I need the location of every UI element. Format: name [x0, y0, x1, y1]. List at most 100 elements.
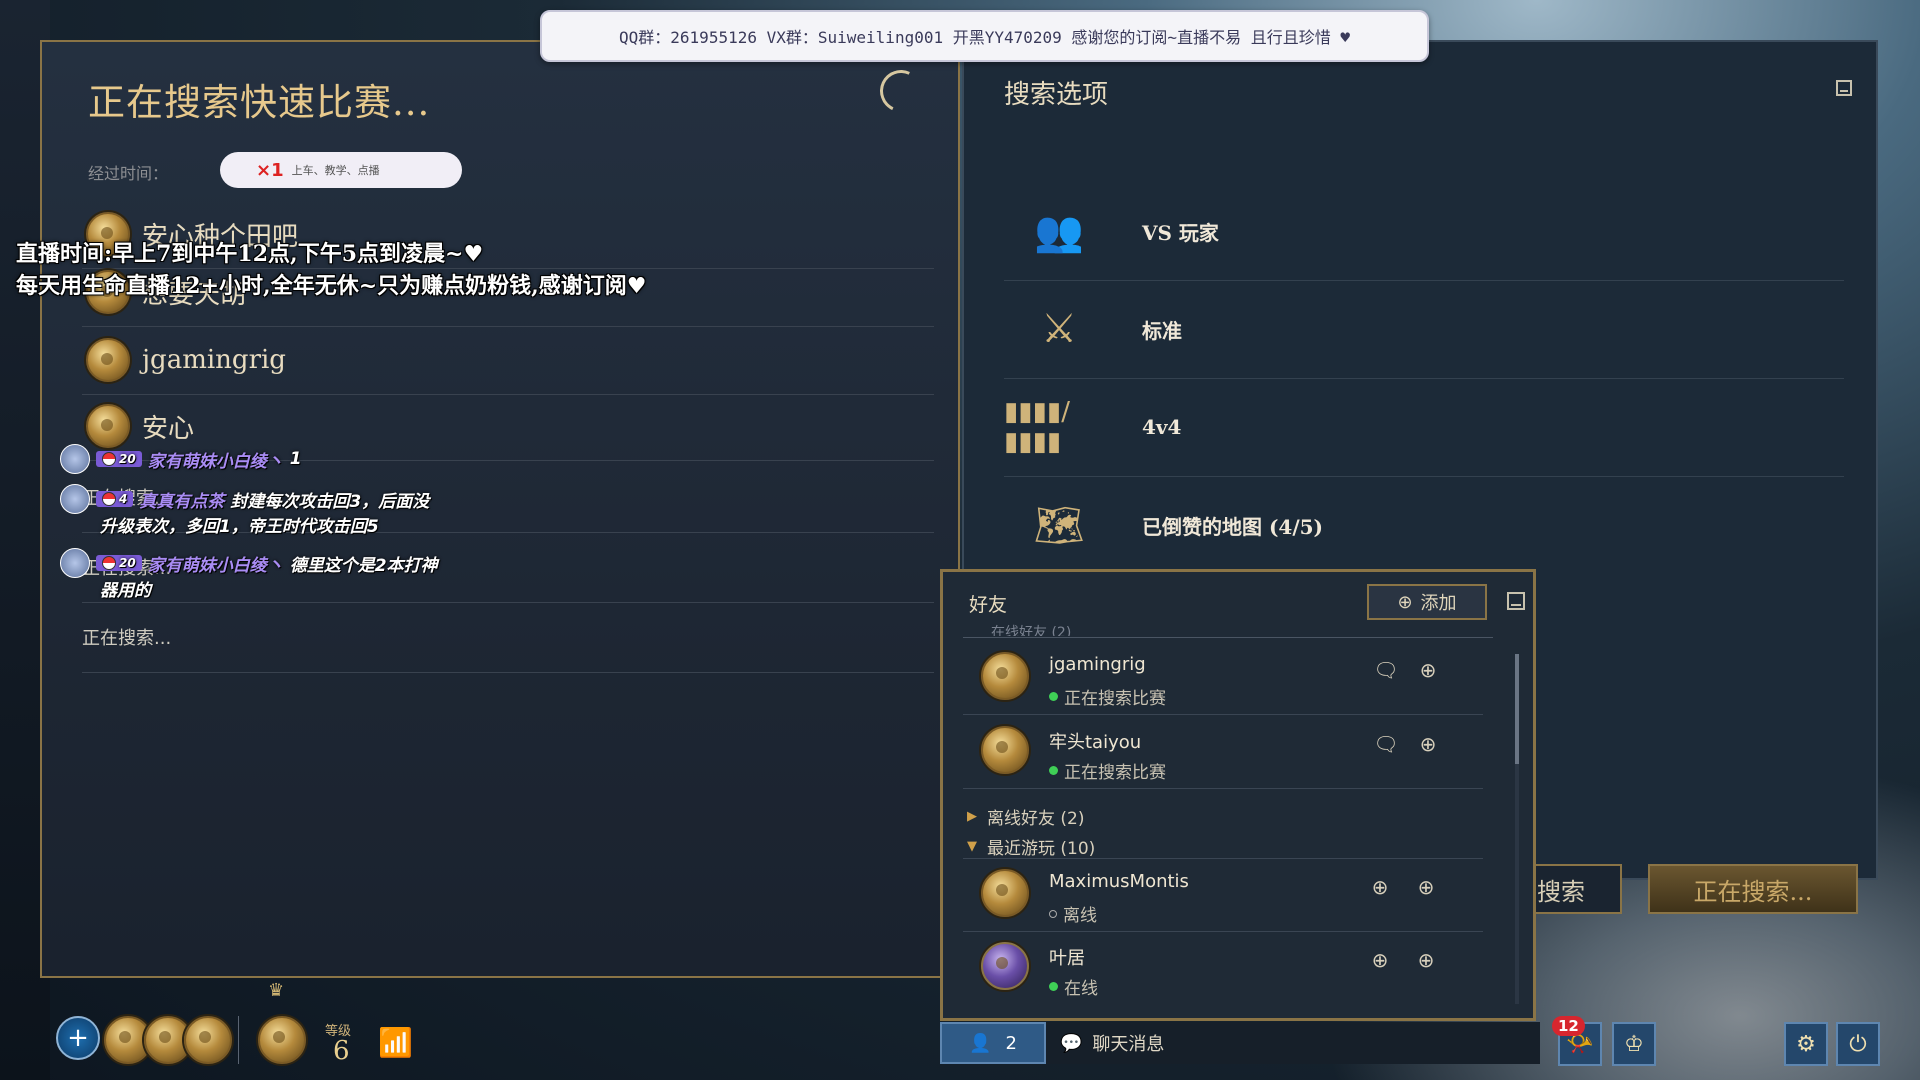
friend-item[interactable]: MaximusMontis 离线 ⊕ ⊕	[963, 858, 1483, 932]
rank-button[interactable]: ♔	[1612, 1022, 1656, 1066]
invite-party-icon[interactable]: ⊕	[1415, 732, 1441, 756]
chat-avatar	[60, 444, 90, 474]
divider	[238, 1016, 239, 1064]
avatar	[981, 652, 1029, 700]
rank-medal-icon	[86, 404, 130, 448]
minimize-icon[interactable]	[1507, 592, 1525, 610]
fan-level: 20	[119, 556, 136, 570]
fan-badge: 4	[96, 491, 134, 507]
searching-label: 正在搜索...	[82, 628, 172, 649]
chat-message-wrap: 器用的	[100, 576, 151, 601]
offline-friends-group[interactable]: ▶ 离线好友 (2)	[967, 804, 1084, 829]
loading-spinner-icon	[874, 64, 928, 118]
chat-bubble-icon[interactable]: 🗨	[1373, 732, 1399, 756]
friend-item[interactable]: 叶居 在线 ⊕ ⊕	[963, 932, 1483, 1004]
crown-icon: ♔	[1624, 1031, 1644, 1057]
friend-status-text: 在线	[1064, 979, 1098, 999]
stream-banner: QQ群：261955126 VX群：Suiweiling001 开黑YY4702…	[540, 10, 1429, 62]
invite-party-icon[interactable]: ⊕	[1415, 658, 1441, 682]
fan-level: 4	[119, 492, 128, 506]
search-options-title: 搜索选项	[1004, 80, 1109, 110]
group-label: 离线好友 (2)	[987, 809, 1085, 829]
friend-status-text: 正在搜索比赛	[1064, 763, 1166, 783]
friend-name: MaximusMontis	[1049, 871, 1189, 892]
invite-party-icon[interactable]: ⊕	[1413, 875, 1439, 899]
map-icon: 🗺	[1033, 502, 1085, 549]
online-dot-icon	[1049, 692, 1058, 701]
chat-label: 聊天消息	[1092, 1034, 1165, 1055]
friend-name: 牢头taiyou	[1049, 732, 1142, 753]
friend-name: 叶居	[1049, 948, 1085, 969]
friend-item[interactable]: 牢头taiyou 正在搜索比赛 🗨 ⊕	[963, 716, 1483, 789]
player-name: jgamingrig	[142, 345, 286, 375]
friend-status-text: 正在搜索比赛	[1064, 689, 1166, 709]
stream-overlay-line: 每天用生命直播12+小时,全年无休~只为赚点奶粉钱,感谢订阅♥	[16, 273, 647, 299]
elapsed-time-label: 经过时间：	[88, 164, 169, 183]
player-row: jgamingrig	[82, 326, 934, 395]
fan-level: 20	[119, 452, 136, 466]
option-label: VS 玩家	[1142, 220, 1219, 245]
party-member-avatar[interactable]	[184, 1016, 232, 1064]
crown-icon: ♛	[268, 980, 285, 1001]
avatar	[981, 942, 1029, 990]
chat-text: 封建每次攻击回3，后面没	[230, 491, 430, 512]
chat-message-wrap: 升级表次，多回1，帝王时代攻击回5	[100, 512, 379, 537]
searching-slot: 正在搜索...	[82, 602, 934, 673]
group-label: 最近游玩 (10)	[987, 839, 1096, 859]
chat-username: 真真有点茶	[139, 491, 225, 512]
chat-bubble-icon[interactable]: 🗨	[1373, 658, 1399, 682]
add-friend-icon[interactable]: ⊕	[1367, 875, 1393, 899]
add-friend-label: 添加	[1420, 593, 1457, 614]
minimize-icon[interactable]	[1836, 80, 1852, 96]
chat-message: 4 真真有点茶 封建每次攻击回3，后面没	[60, 484, 429, 514]
searching-button[interactable]: 正在搜索...	[1648, 864, 1858, 914]
player-avatar[interactable]	[258, 1016, 306, 1064]
friend-status: 在线	[1049, 974, 1098, 999]
chat-avatar	[60, 548, 90, 578]
invite-party-icon[interactable]: ⊕	[1413, 948, 1439, 972]
chat-text: 1	[289, 449, 302, 469]
recent-played-group[interactable]: ▼ 最近游玩 (10)	[967, 834, 1095, 859]
chat-text-wrap: 器用的	[100, 581, 151, 601]
crossed-swords-icon: ⚔	[1041, 306, 1077, 352]
option-vs-players[interactable]: 👥 VS 玩家	[1004, 182, 1844, 281]
friends-toggle-button[interactable]: 👤 2	[940, 1022, 1046, 1064]
friend-name: jgamingrig	[1049, 654, 1146, 675]
add-friend-icon: ⊕	[1397, 591, 1413, 613]
friend-status: 正在搜索比赛	[1049, 684, 1166, 709]
player-name: 安心	[142, 413, 195, 444]
power-button[interactable]: ⏻	[1836, 1022, 1880, 1066]
search-button-label: 搜索	[1537, 877, 1585, 906]
add-friend-button[interactable]: ⊕ 添加	[1367, 584, 1487, 620]
option-maps[interactable]: 🗺 已倒赞的地图 (4/5)	[1004, 476, 1844, 574]
friend-item[interactable]: jgamingrig 正在搜索比赛 🗨 ⊕	[963, 642, 1483, 715]
option-team-size[interactable]: ▮▮▮▮/▮▮▮▮ 4v4	[1004, 378, 1844, 477]
gear-icon: ⚙	[1796, 1031, 1816, 1057]
chat-avatar	[60, 484, 90, 514]
rank-medal-icon	[86, 338, 130, 382]
fan-badge: 20	[96, 451, 142, 467]
chat-text-wrap: 升级表次，多回1，帝王时代攻击回5	[100, 517, 379, 537]
stream-sticker: ×1 上车、教学、点播	[220, 152, 462, 188]
players-icon: 👥	[1034, 208, 1084, 255]
offline-dot-icon	[1049, 909, 1057, 918]
add-friend-icon[interactable]: ⊕	[1367, 948, 1393, 972]
online-friends-header: 在线好友 (2)	[991, 625, 1072, 636]
option-standard[interactable]: ⚔ 标准	[1004, 280, 1844, 379]
settings-button[interactable]: ⚙	[1784, 1022, 1828, 1066]
friend-status: 离线	[1049, 901, 1097, 926]
stream-overlay-line: 直播时间:早上7到中午12点,下午5点到凌晨~♥	[16, 241, 484, 267]
online-count: 2	[1005, 1032, 1017, 1054]
sticker-count: ×1	[256, 159, 284, 181]
avatar	[981, 869, 1029, 917]
level-value: 6	[333, 1036, 350, 1066]
scrollbar[interactable]	[1515, 654, 1519, 1004]
chat-bar[interactable]: 💬 聊天消息	[1046, 1022, 1540, 1064]
add-party-button[interactable]: +	[56, 1016, 100, 1060]
chat-text: 德里这个是2本打神	[289, 555, 438, 576]
friends-panel: 好友 ⊕ 添加 在线好友 (2) jgamingrig 正在搜索比赛 🗨 ⊕ 牢…	[940, 569, 1536, 1021]
team-size-icon: ▮▮▮▮/▮▮▮▮	[1004, 397, 1070, 457]
notification-badge: 12	[1552, 1016, 1585, 1036]
chat-icon: 💬	[1060, 1032, 1083, 1054]
online-dot-icon	[1049, 766, 1058, 775]
